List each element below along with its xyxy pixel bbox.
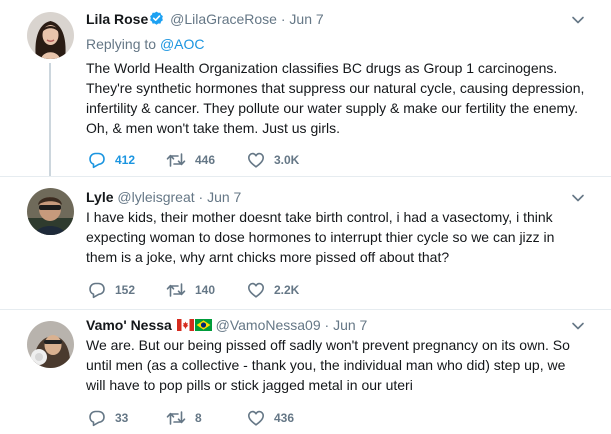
chevron-down-icon[interactable] [571,319,585,333]
tweet-text-line: I have kids, their mother doesnt take bi… [86,209,553,225]
display-name[interactable]: Lyle [86,189,114,205]
retweet-icon [166,409,186,427]
tweet-lyle[interactable]: Lyle @lyleisgreat · Jun 7 I have kids, t… [0,176,611,309]
separator-dot: · [324,317,330,333]
like-button[interactable]: 2.2K [247,280,299,300]
retweet-count: 446 [195,153,216,167]
display-name[interactable]: Vamo' Nessa [86,317,172,333]
tweet-lila-rose[interactable]: Lila Rose @LilaGraceRose · Jun 7 Replyin… [0,0,611,176]
like-button[interactable]: 3.0K [247,150,299,170]
reply-button[interactable]: 152 [88,280,135,300]
replying-to-label: Replying to [86,36,157,52]
avatar[interactable] [27,321,74,368]
mention-link[interactable]: @AOC [160,36,205,52]
reply-button[interactable]: 33 [88,408,128,428]
like-icon [247,151,265,169]
user-handle[interactable]: @LilaGraceRose [170,11,277,27]
canada-flag-icon [176,317,194,335]
tweet-actions: 33 8 436 [86,408,386,428]
chevron-down-icon[interactable] [571,13,585,27]
thread-line [49,63,51,176]
retweet-count: 140 [195,283,216,297]
tweet-text-line: The World Health Organization classifies… [86,60,558,76]
tweet-text: The World Health Organization classifies… [86,58,584,138]
tweet-text: We are. But our being pissed off sadly w… [86,335,570,395]
like-button[interactable]: 436 [247,408,294,428]
reply-icon [88,281,106,299]
tweet-header: Lila Rose @LilaGraceRose · Jun 7 [86,10,324,30]
reply-count: 152 [115,283,136,297]
tweet-actions: 152 140 2.2K [86,280,386,300]
retweet-button[interactable]: 140 [166,280,215,300]
tweet-text-line: them is a joke, why arnt chicks more pis… [86,249,450,265]
reply-icon [88,409,106,427]
tweet-header: Lyle @lyleisgreat · Jun 7 [86,188,241,206]
tweet-text-line: until men (as a collective - thank you, … [86,357,566,373]
reply-count: 412 [115,153,136,167]
user-handle[interactable]: @VamoNessa09 [216,317,321,333]
retweet-button[interactable]: 446 [166,150,215,170]
tweet-text: I have kids, their mother doesnt take bi… [86,207,554,267]
tweet-text-line: They're synthetic hormones that suppress… [86,80,585,96]
tweet-actions: 412 446 3.0K [86,150,386,170]
user-handle[interactable]: @lyleisgreat [117,189,194,205]
brazil-flag-icon [194,317,212,335]
separator-dot: · [198,189,204,205]
retweet-icon [166,281,186,299]
separator-dot: · [280,11,286,27]
like-count: 436 [274,411,295,425]
tweet-vamo-nessa[interactable]: Vamo' Nessa @VamoNessa09 · Jun 7 We are.… [0,309,611,434]
display-name[interactable]: Lila Rose [86,11,148,27]
tweet-text-line: Oh, & men won't take them. Just us girls… [86,120,340,136]
timestamp[interactable]: Jun 7 [289,11,323,27]
reply-icon [88,151,106,169]
avatar[interactable] [27,188,74,235]
tweet-text-line: We are. But our being pissed off sadly w… [86,337,570,353]
timestamp[interactable]: Jun 7 [207,189,241,205]
like-count: 2.2K [274,283,300,297]
timestamp[interactable]: Jun 7 [333,317,367,333]
tweet-text-line: will have to pop pills or stick jagged m… [86,377,413,393]
chevron-down-icon[interactable] [571,191,585,205]
tweet-header: Vamo' Nessa @VamoNessa09 · Jun 7 [86,316,367,335]
replying-to: Replying to @AOC [86,36,205,52]
reply-count: 33 [115,411,129,425]
avatar[interactable] [27,12,74,59]
like-count: 3.0K [274,153,300,167]
retweet-button[interactable]: 8 [166,408,202,428]
retweet-count: 8 [195,411,202,425]
retweet-icon [166,151,186,169]
verified-badge-icon [149,11,164,30]
like-icon [247,281,265,299]
tweet-text-line: expecting woman to dose hormones to inte… [86,229,555,245]
tweet-text-line: infertility & cancer. They pollute our w… [86,100,579,116]
like-icon [247,409,265,427]
reply-button[interactable]: 412 [88,150,135,170]
